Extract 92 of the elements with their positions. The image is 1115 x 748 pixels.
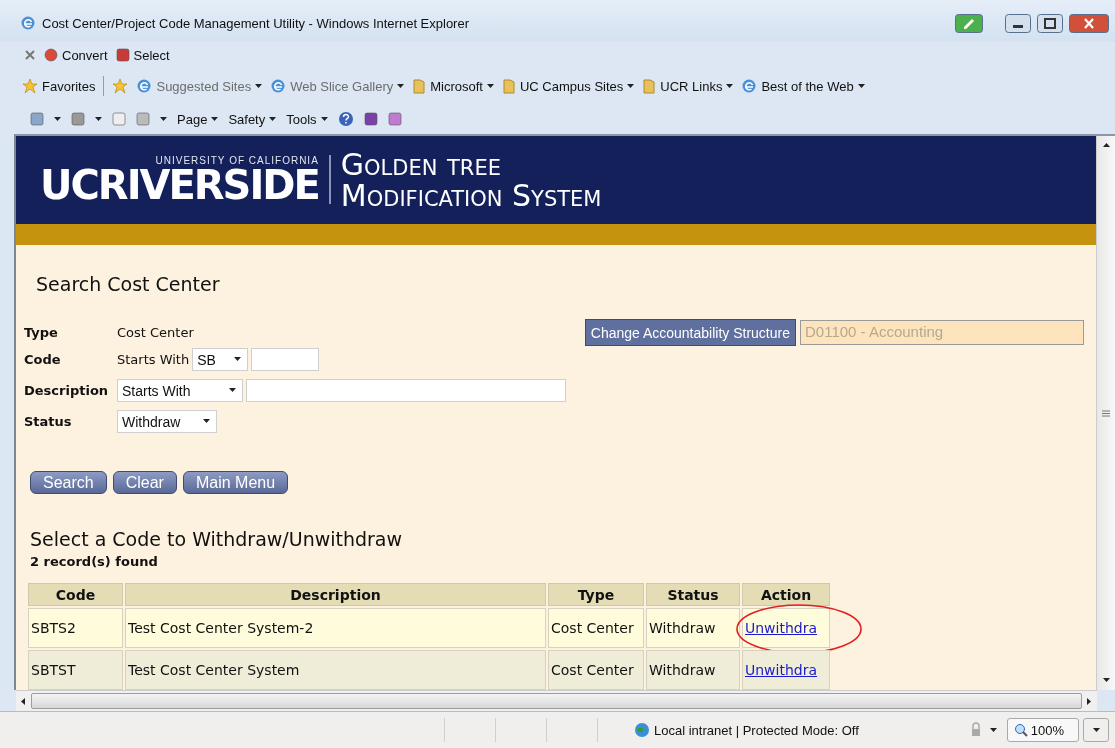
- table-cell: SBTS2: [28, 608, 123, 648]
- caret-icon: [269, 115, 277, 123]
- caret-icon: [255, 82, 263, 90]
- field-label: Description: [24, 383, 110, 398]
- table-cell: Withdraw: [646, 608, 740, 648]
- toolbar-menu[interactable]: Tools: [286, 111, 328, 127]
- grip-icon: [1102, 409, 1110, 417]
- system-title: Modification System: [340, 179, 602, 211]
- caret-icon: [229, 387, 236, 394]
- search-heading: Search Cost Center: [36, 273, 221, 295]
- code-input[interactable]: [251, 348, 320, 371]
- table-cell: Test Cost Center System: [125, 650, 546, 690]
- caret-icon: [1092, 726, 1100, 734]
- caret-icon: [95, 115, 102, 123]
- caret-icon: [1102, 142, 1110, 149]
- form-button[interactable]: Main Menu: [182, 471, 289, 494]
- caret-icon: [627, 82, 635, 90]
- caret-icon: [20, 697, 27, 705]
- caret-icon: [726, 82, 734, 90]
- command-button[interactable]: Convert: [44, 47, 108, 63]
- caret-icon: [989, 726, 997, 734]
- column-header: Status: [646, 583, 740, 606]
- starts-with-label: Starts With: [117, 352, 190, 367]
- caret-icon: [203, 418, 210, 425]
- results-heading: Select a Code to Withdraw/Unwithdraw: [30, 528, 404, 550]
- caret-icon: [486, 82, 494, 90]
- close-icon[interactable]: [1069, 13, 1109, 33]
- caret-icon: [160, 115, 167, 123]
- status-select[interactable]: Withdraw: [117, 410, 217, 433]
- table-cell: SBTST: [28, 650, 123, 690]
- table-cell: Test Cost Center System-2: [125, 608, 546, 648]
- university-subtitle: UNIVERSITY OF CALIFORNIA: [155, 155, 319, 167]
- favorites-link[interactable]: UCR Links: [642, 78, 734, 94]
- minimize-icon[interactable]: [1005, 13, 1031, 33]
- table-cell: Cost Center: [548, 650, 644, 690]
- caret-icon: [234, 356, 242, 363]
- unwithdraw-link[interactable]: Unwithdra: [745, 620, 818, 636]
- security-zone: Local intranet | Protected Mode: Off: [634, 722, 968, 738]
- favorites-button[interactable]: Favorites: [22, 78, 96, 94]
- toolbar-menu[interactable]: Safety: [228, 111, 277, 127]
- column-header: Description: [125, 583, 546, 606]
- unwithdraw-link[interactable]: Unwithdra: [745, 662, 818, 678]
- form-button[interactable]: Search: [30, 471, 107, 494]
- folder-icon: [412, 78, 427, 94]
- globe-icon: [136, 78, 153, 94]
- caret-icon: [857, 82, 865, 90]
- horizontal-scrollbar[interactable]: [16, 690, 1097, 711]
- zoom-dropdown[interactable]: [1083, 718, 1109, 742]
- globe-icon: [741, 78, 758, 94]
- code-operator-select[interactable]: SB: [192, 348, 249, 371]
- caret-icon: [1086, 697, 1093, 705]
- command-button[interactable]: Select: [115, 47, 170, 63]
- field-label: Code: [24, 352, 62, 367]
- folder-icon: [501, 78, 516, 94]
- university-logo: UCRIVERSIDE: [40, 166, 319, 205]
- caret-icon: [320, 115, 328, 123]
- help-icon[interactable]: [337, 111, 354, 127]
- globe-icon: [270, 78, 287, 94]
- window-title: Cost Center/Project Code Management Utility - Windows Internet Explorer: [42, 15, 470, 31]
- table-cell: Cost Center: [548, 608, 644, 648]
- type-value: Cost Center: [117, 325, 195, 340]
- column-header: Type: [548, 583, 644, 606]
- folder-icon: [642, 78, 657, 94]
- pen-icon[interactable]: [955, 13, 983, 33]
- stop-icon[interactable]: [24, 49, 36, 61]
- field-label: Status: [24, 414, 73, 429]
- caret-icon: [54, 115, 61, 123]
- description-operator-select[interactable]: Starts With: [117, 379, 243, 402]
- vertical-scrollbar[interactable]: [1096, 136, 1115, 690]
- zoom-icon: [1013, 723, 1028, 737]
- add-favorite-icon: [112, 78, 129, 94]
- form-button[interactable]: Clear: [112, 471, 177, 494]
- star-icon: [22, 78, 38, 94]
- system-title: Golden tree: [340, 148, 502, 180]
- change-accountability-button[interactable]: Change Accountability Structure: [584, 319, 796, 346]
- globe-icon: [634, 722, 650, 738]
- favorites-link[interactable]: Best of the Web: [741, 78, 865, 94]
- column-header: Code: [28, 583, 123, 606]
- maximize-icon[interactable]: [1037, 13, 1063, 33]
- column-header: Action: [742, 583, 830, 606]
- globe-icon: [20, 15, 36, 31]
- table-cell: Withdraw: [646, 650, 740, 690]
- favorites-link[interactable]: Microsoft: [412, 78, 494, 94]
- field-label: Type: [24, 325, 59, 340]
- record-count: 2 record(s) found: [30, 554, 159, 569]
- toolbar-menu[interactable]: Page: [177, 111, 219, 127]
- zoom-button[interactable]: 100%: [1006, 718, 1079, 742]
- description-input[interactable]: [246, 379, 566, 402]
- caret-icon: [397, 82, 405, 90]
- caret-icon: [1102, 677, 1110, 684]
- caret-icon: [211, 115, 219, 123]
- favorites-link[interactable]: UC Campus Sites: [501, 78, 635, 94]
